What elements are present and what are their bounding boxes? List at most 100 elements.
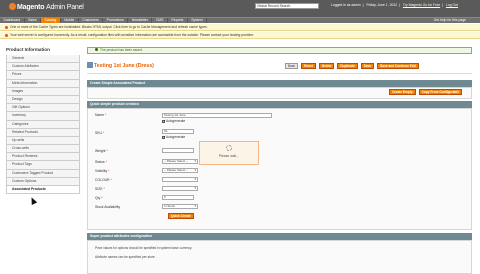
nav-sales[interactable]: Sales: [25, 18, 42, 23]
delete-button[interactable]: Delete: [318, 63, 335, 69]
nav-mobile[interactable]: Mobile: [61, 18, 79, 23]
section-body: Price values for options should be speci…: [87, 240, 472, 274]
title-divider: [87, 73, 472, 74]
qty-input[interactable]: 0: [162, 195, 194, 200]
tab-images[interactable]: Images: [6, 87, 80, 96]
logo-suffix: Admin Panel: [46, 4, 84, 11]
sku-input[interactable]: S1: [162, 129, 194, 134]
please-wait-overlay: Please wait...: [199, 141, 259, 165]
tab-design[interactable]: Design: [6, 95, 80, 105]
quick-create-section: Quick simple product creation Name * Tes…: [87, 101, 472, 230]
nav-customers[interactable]: Customers: [79, 18, 104, 23]
tab-customers-tagged-product[interactable]: Customers Tagged Product: [6, 169, 80, 178]
try-magento-go-link[interactable]: Try Magento Go for Free: [403, 3, 440, 7]
tab-categories[interactable]: Categories: [6, 120, 80, 129]
size-select[interactable]: [162, 186, 198, 191]
section-header: Create Simple Associated Product: [87, 80, 472, 87]
back-button[interactable]: Back: [285, 63, 299, 69]
warning-icon: [5, 33, 8, 37]
main-nav: Dashboard Sales Catalog Mobile Customers…: [0, 17, 480, 23]
name-autogenerate-checkbox[interactable]: Autogenerate: [162, 119, 185, 123]
sku-autogenerate-checkbox[interactable]: Autogenerate: [162, 135, 185, 139]
create-associated-section: Create Simple Associated Product Create …: [87, 80, 472, 99]
currency-note: Price values for options should be speci…: [95, 246, 193, 250]
success-text: The product has been saved.: [100, 48, 143, 52]
nav-newsletter[interactable]: Newsletter: [128, 18, 153, 23]
section-actions: Create Empty Copy From Configurable: [389, 89, 464, 95]
page-title: Testing 1st June (Dress): [87, 62, 154, 69]
cache-warning-message: One or more of the Cache Types are inval…: [0, 24, 480, 31]
nav-promotions[interactable]: Promotions: [103, 18, 129, 23]
loading-spinner-icon: [226, 145, 232, 151]
nav-system[interactable]: System: [188, 18, 208, 23]
tab-gift-options[interactable]: Gift Options: [6, 104, 80, 113]
nav-catalog[interactable]: Catalog: [41, 18, 61, 23]
cache-warning-text: One or more of the Cache Types are inval…: [10, 25, 208, 29]
tab-custom-options[interactable]: Custom Options: [6, 177, 80, 186]
success-message: The product has been saved.: [87, 47, 472, 54]
quick-create-button[interactable]: Quick Create: [168, 213, 194, 219]
name-label: Name *: [95, 113, 107, 117]
tab-associated-products[interactable]: Associated Products: [6, 186, 80, 195]
duplicate-button[interactable]: Duplicate: [337, 63, 358, 69]
tab-inventory[interactable]: Inventory: [6, 112, 80, 121]
product-info-sidebar: Product Information General Custom Attri…: [6, 47, 80, 195]
tab-custom-attributes[interactable]: Custom Attributes: [6, 63, 80, 72]
nav-cms[interactable]: CMS: [152, 18, 168, 23]
status-label: Status *: [95, 160, 107, 164]
tab-prices[interactable]: Prices: [6, 71, 80, 80]
weight-label: Weight *: [95, 149, 108, 153]
page-actions: Back Reset Delete Duplicate Save Save an…: [285, 63, 421, 70]
nav-dashboard[interactable]: Dashboard: [0, 18, 25, 23]
size-label: SIZE *: [95, 187, 105, 191]
reset-button[interactable]: Reset: [301, 63, 316, 69]
tab-up-sells[interactable]: Up-sells: [6, 136, 80, 146]
magento-logo-icon: [9, 3, 16, 10]
logo-brand: Magento: [17, 4, 45, 11]
server-warning-message: Your web server is configured incorrectl…: [0, 32, 480, 39]
copy-from-configurable-button[interactable]: Copy From Configurable: [418, 89, 462, 95]
tab-cross-sells[interactable]: Cross-sells: [6, 145, 80, 154]
nav-reports[interactable]: Reports: [168, 18, 188, 23]
visibility-label: Visibility *: [95, 169, 110, 173]
super-attributes-section: Super product attributes configuration P…: [87, 233, 472, 274]
server-warning-text: Your web server is configured incorrectl…: [10, 33, 254, 37]
sidebar-title: Product Information: [6, 47, 50, 52]
help-link[interactable]: Get help for this page: [434, 18, 466, 23]
stock-select[interactable]: In Stock: [162, 204, 198, 209]
checkbox-checked-icon: [162, 119, 166, 123]
tab-product-tags[interactable]: Product Tags: [6, 161, 80, 170]
logout-link[interactable]: Log Out: [446, 3, 458, 7]
tab-product-reviews[interactable]: Product Reviews: [6, 153, 80, 162]
main-content: The product has been saved. Testing 1st …: [87, 47, 472, 274]
header-date: Friday, June 1, 2012: [366, 3, 398, 7]
section-header: Quick simple product creation: [87, 101, 472, 108]
colour-label: COLOUR *: [95, 178, 112, 182]
admin-header: Magento Admin Panel Global Record Search…: [0, 0, 480, 17]
weight-input[interactable]: [162, 148, 194, 153]
mouse-cursor-icon: [28, 196, 38, 205]
quick-create-form: Name * Testing 1st June Autogenerate SKU…: [87, 108, 472, 230]
header-user-info: Logged in as admin | Friday, June 1, 2012…: [331, 3, 459, 7]
create-empty-button[interactable]: Create Empty: [389, 89, 416, 95]
store-note: Attribute names can be specified per sto…: [95, 255, 156, 259]
please-wait-text: Please wait...: [218, 154, 240, 158]
colour-select[interactable]: [162, 177, 198, 182]
tab-meta-information[interactable]: Meta Information: [6, 79, 80, 88]
global-search-input[interactable]: Global Record Search: [255, 3, 319, 9]
stock-label: Stock Availability: [95, 205, 121, 209]
status-select[interactable]: -- Please Select --: [162, 159, 198, 164]
visibility-select[interactable]: -- Please Select --: [162, 168, 198, 173]
save-continue-button[interactable]: Save and Continue Edit: [377, 63, 419, 69]
tab-related-products[interactable]: Related Products: [6, 128, 80, 137]
save-button[interactable]: Save: [360, 63, 375, 69]
page-title-text: Testing 1st June (Dress): [94, 63, 154, 69]
checkbox-checked-icon: [162, 135, 166, 139]
name-input[interactable]: Testing 1st June: [162, 113, 272, 118]
sku-label: SKU *: [95, 131, 105, 135]
product-icon: [87, 62, 93, 68]
magento-logo[interactable]: Magento Admin Panel: [9, 3, 84, 11]
qty-label: Qty *: [95, 196, 103, 200]
tab-general[interactable]: General: [6, 55, 80, 64]
logged-in-text: Logged in as admin: [331, 3, 361, 7]
